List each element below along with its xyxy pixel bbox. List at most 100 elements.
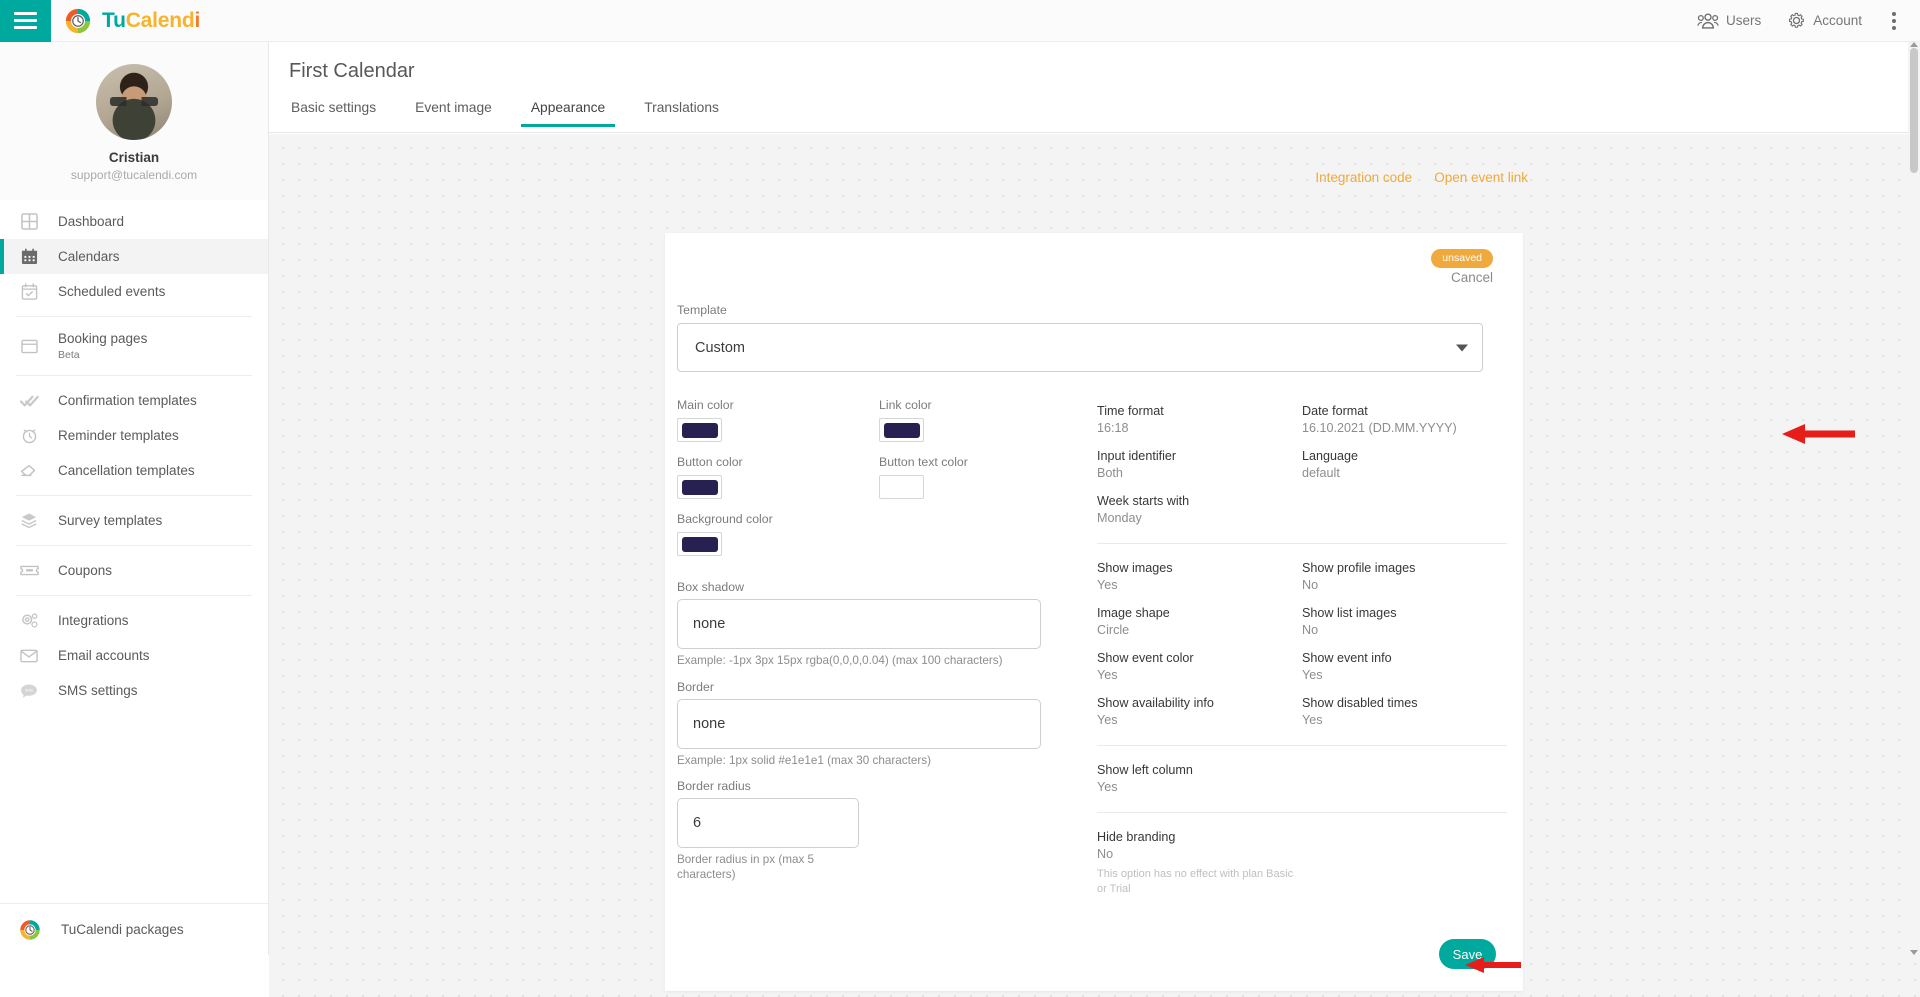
setting-show-list-images[interactable]: Show list images No bbox=[1302, 606, 1507, 637]
setting-key: Date format bbox=[1302, 404, 1507, 418]
avatar bbox=[96, 64, 172, 140]
setting-language[interactable]: Language default bbox=[1302, 449, 1507, 480]
cancel-link[interactable]: Cancel bbox=[1451, 270, 1493, 285]
settings-divider bbox=[1097, 543, 1507, 544]
integration-code-link[interactable]: Integration code bbox=[1315, 170, 1412, 185]
setting-show-images[interactable]: Show images Yes bbox=[1097, 561, 1302, 592]
tab-basic-settings[interactable]: Basic settings bbox=[289, 96, 378, 126]
tab-bar: Basic settings Event image Appearance Tr… bbox=[269, 96, 1920, 126]
sidebar-item-sms-settings[interactable]: SMS SMS settings bbox=[0, 673, 268, 708]
setting-show-event-info[interactable]: Show event info Yes bbox=[1302, 651, 1507, 682]
save-button[interactable]: Save bbox=[1439, 939, 1496, 969]
border-input[interactable] bbox=[677, 699, 1041, 749]
setting-key: Show list images bbox=[1302, 606, 1507, 620]
brand-part-2: Calend bbox=[126, 9, 195, 32]
setting-hide-branding[interactable]: Hide branding No This option has no effe… bbox=[1097, 830, 1507, 897]
gears-icon bbox=[16, 610, 42, 632]
sidebar-item-label: Confirmation templates bbox=[58, 393, 197, 409]
sidebar-item-dashboard[interactable]: Dashboard bbox=[0, 204, 268, 239]
setting-value: 16:18 bbox=[1097, 421, 1302, 435]
sidebar-item-label: Survey templates bbox=[58, 513, 162, 529]
tucalendi-logo-icon bbox=[63, 6, 93, 36]
sidebar-item-email-accounts[interactable]: Email accounts bbox=[0, 638, 268, 673]
tab-appearance[interactable]: Appearance bbox=[529, 96, 607, 126]
chevron-down-icon bbox=[1456, 344, 1468, 351]
setting-image-shape[interactable]: Image shape Circle bbox=[1097, 606, 1302, 637]
sidebar-item-coupons[interactable]: Coupons bbox=[0, 553, 268, 588]
calendar-icon bbox=[16, 246, 42, 268]
link-color-swatch[interactable] bbox=[879, 418, 924, 442]
open-event-link[interactable]: Open event link bbox=[1434, 170, 1528, 185]
sidebar-item-scheduled-events[interactable]: Scheduled events bbox=[0, 274, 268, 309]
sidebar-item-reminder-templates[interactable]: Reminder templates bbox=[0, 418, 268, 453]
sidebar-divider bbox=[16, 545, 252, 546]
setting-date-format[interactable]: Date format 16.10.2021 (DD.MM.YYYY) bbox=[1302, 404, 1507, 435]
content-canvas: Integration code Open event link unsaved… bbox=[269, 134, 1920, 997]
border-field-group: Border Example: 1px solid #e1e1e1 (max 3… bbox=[677, 680, 1081, 769]
kebab-menu-icon[interactable] bbox=[1888, 6, 1906, 36]
color-field-button-text: Button text color bbox=[879, 455, 1081, 499]
setting-key: Time format bbox=[1097, 404, 1302, 418]
sidebar-divider bbox=[16, 316, 252, 317]
main-color-swatch[interactable] bbox=[677, 418, 722, 442]
template-select[interactable]: Custom bbox=[677, 323, 1483, 372]
sidebar-divider bbox=[16, 375, 252, 376]
setting-value: 16.10.2021 (DD.MM.YYYY) bbox=[1302, 421, 1507, 435]
account-button[interactable]: Account bbox=[1787, 11, 1862, 30]
swatch-fill bbox=[682, 423, 718, 438]
users-button[interactable]: Users bbox=[1697, 13, 1761, 29]
template-selected-value: Custom bbox=[695, 340, 745, 356]
sidebar-item-confirmation-templates[interactable]: Confirmation templates bbox=[0, 383, 268, 418]
sidebar-item-label: Dashboard bbox=[58, 214, 124, 230]
profile-name: Cristian bbox=[0, 150, 268, 165]
settings-group-layout: Show left column Yes bbox=[1097, 763, 1507, 808]
background-color-swatch[interactable] bbox=[677, 532, 722, 556]
template-label: Template bbox=[677, 303, 1483, 317]
brand-logo-link[interactable]: TuCalendi bbox=[63, 6, 200, 36]
sidebar-item-label: Calendars bbox=[58, 249, 120, 265]
scroll-up-icon[interactable] bbox=[1910, 42, 1918, 47]
settings-group-formats: Time format 16:18 Date format 16.10.2021… bbox=[1097, 404, 1507, 539]
setting-show-availability-info[interactable]: Show availability info Yes bbox=[1097, 696, 1302, 727]
setting-key: Show images bbox=[1097, 561, 1302, 575]
box-shadow-label: Box shadow bbox=[677, 580, 1081, 594]
setting-time-format[interactable]: Time format 16:18 bbox=[1097, 404, 1302, 435]
sidebar-divider bbox=[16, 595, 252, 596]
setting-value: Yes bbox=[1097, 578, 1302, 592]
right-settings-column: Time format 16:18 Date format 16.10.2021… bbox=[1097, 398, 1507, 911]
setting-show-disabled-times[interactable]: Show disabled times Yes bbox=[1302, 696, 1507, 727]
border-radius-input[interactable] bbox=[677, 798, 859, 848]
border-label: Border bbox=[677, 680, 1081, 694]
setting-show-profile-images[interactable]: Show profile images No bbox=[1302, 561, 1507, 592]
hide-branding-note: This option has no effect with plan Basi… bbox=[1097, 867, 1297, 897]
setting-value: No bbox=[1302, 578, 1507, 592]
setting-show-event-color[interactable]: Show event color Yes bbox=[1097, 651, 1302, 682]
eraser-icon bbox=[16, 460, 42, 482]
hamburger-menu-icon[interactable] bbox=[0, 0, 51, 42]
sidebar-divider bbox=[16, 495, 252, 496]
profile-email: support@tucalendi.com bbox=[0, 168, 268, 182]
sidebar-item-integrations[interactable]: Integrations bbox=[0, 603, 268, 638]
scroll-down-icon[interactable] bbox=[1910, 950, 1918, 955]
sidebar-item-tucalendi-packages[interactable]: TuCalendi packages bbox=[0, 903, 268, 955]
sidebar-item-calendars[interactable]: Calendars bbox=[0, 239, 268, 274]
sidebar-item-survey-templates[interactable]: Survey templates bbox=[0, 503, 268, 538]
box-shadow-input[interactable] bbox=[677, 599, 1041, 649]
setting-week-starts-with[interactable]: Week starts with Monday bbox=[1097, 494, 1302, 525]
sidebar-nav: Dashboard Calendars Scheduled events Boo… bbox=[0, 200, 268, 903]
annotation-arrow-template bbox=[1781, 421, 1856, 447]
appearance-settings-card: unsaved Cancel Template Custom Main colo… bbox=[665, 233, 1523, 991]
setting-input-identifier[interactable]: Input identifier Both bbox=[1097, 449, 1302, 480]
border-radius-hint: Border radius in px (max 5 characters) bbox=[677, 853, 827, 882]
border-hint: Example: 1px solid #e1e1e1 (max 30 chara… bbox=[677, 754, 1081, 769]
border-radius-field-group: Border radius Border radius in px (max 5… bbox=[677, 779, 1081, 882]
sidebar-item-cancellation-templates[interactable]: Cancellation templates bbox=[0, 453, 268, 488]
button-color-swatch[interactable] bbox=[677, 475, 722, 499]
setting-show-left-column[interactable]: Show left column Yes bbox=[1097, 763, 1302, 794]
tab-translations[interactable]: Translations bbox=[642, 96, 721, 126]
button-text-color-swatch[interactable] bbox=[879, 475, 924, 499]
scrollbar-thumb[interactable] bbox=[1910, 48, 1918, 173]
sidebar-item-booking-pages[interactable]: Booking pages Beta bbox=[0, 324, 268, 368]
page-scrollbar[interactable] bbox=[1908, 42, 1920, 955]
tab-event-image[interactable]: Event image bbox=[413, 96, 494, 126]
